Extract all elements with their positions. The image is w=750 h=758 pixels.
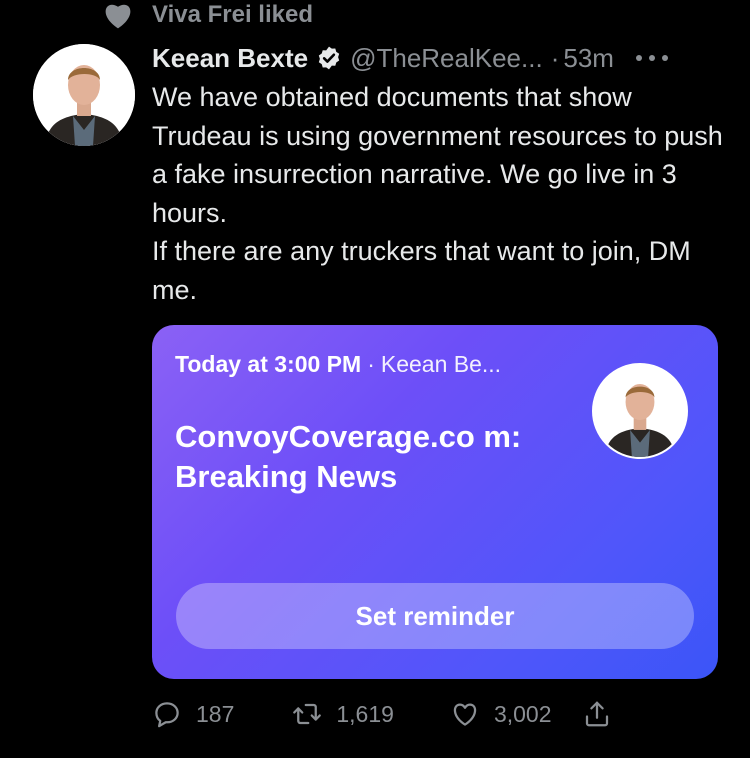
- retweet-button[interactable]: 1,619: [292, 699, 394, 729]
- retweet-icon: [293, 703, 322, 725]
- set-reminder-button[interactable]: Set reminder: [176, 583, 694, 649]
- reply-icon: [155, 702, 179, 728]
- profile-photo: [33, 44, 135, 146]
- space-host-avatar: [592, 363, 688, 459]
- space-host: Keean Be...: [380, 351, 502, 377]
- space-meta: Today at 3:00 PM · Keean Be...: [175, 351, 501, 378]
- share-icon: [585, 701, 608, 727]
- space-title: ConvoyCoverage.co m: Breaking News: [175, 419, 522, 494]
- more-options-icon[interactable]: [634, 53, 670, 63]
- tweet-text: We have obtained documents that show Tru…: [152, 82, 723, 305]
- verified-badge-icon: [318, 46, 340, 70]
- space-meta-separator: ·: [367, 351, 375, 377]
- header-separator: ·: [550, 42, 560, 73]
- heart-outline-icon: [453, 703, 477, 726]
- like-count: 3,002: [493, 700, 552, 727]
- profile-photo: [594, 365, 686, 457]
- space-card[interactable]: Today at 3:00 PM · Keean Be... ConvoyCover…: [152, 325, 718, 679]
- liked-by-text: Viva Frei liked: [152, 1, 313, 28]
- reply-count: 187: [196, 700, 235, 727]
- author-handle[interactable]: @TheRealKee...: [350, 43, 543, 74]
- tweet-timestamp[interactable]: 53m: [563, 43, 614, 74]
- tweet-actions: 187 1,619 3,002: [152, 696, 612, 732]
- author-avatar[interactable]: [33, 44, 135, 146]
- tweet-body: Keean Bexte @TheRealKee... · 53m We have…: [152, 38, 732, 310]
- reply-button[interactable]: 187: [152, 699, 234, 729]
- author-name[interactable]: Keean Bexte: [152, 43, 308, 74]
- tweet-header: Keean Bexte @TheRealKee... · 53m: [152, 38, 732, 78]
- social-context[interactable]: Viva Frei liked: [102, 0, 313, 30]
- share-button[interactable]: [582, 699, 612, 729]
- heart-icon: [105, 4, 131, 29]
- retweet-count: 1,619: [336, 700, 394, 727]
- like-button[interactable]: 3,002: [450, 699, 552, 729]
- space-time: Today at 3:00 PM: [175, 351, 362, 377]
